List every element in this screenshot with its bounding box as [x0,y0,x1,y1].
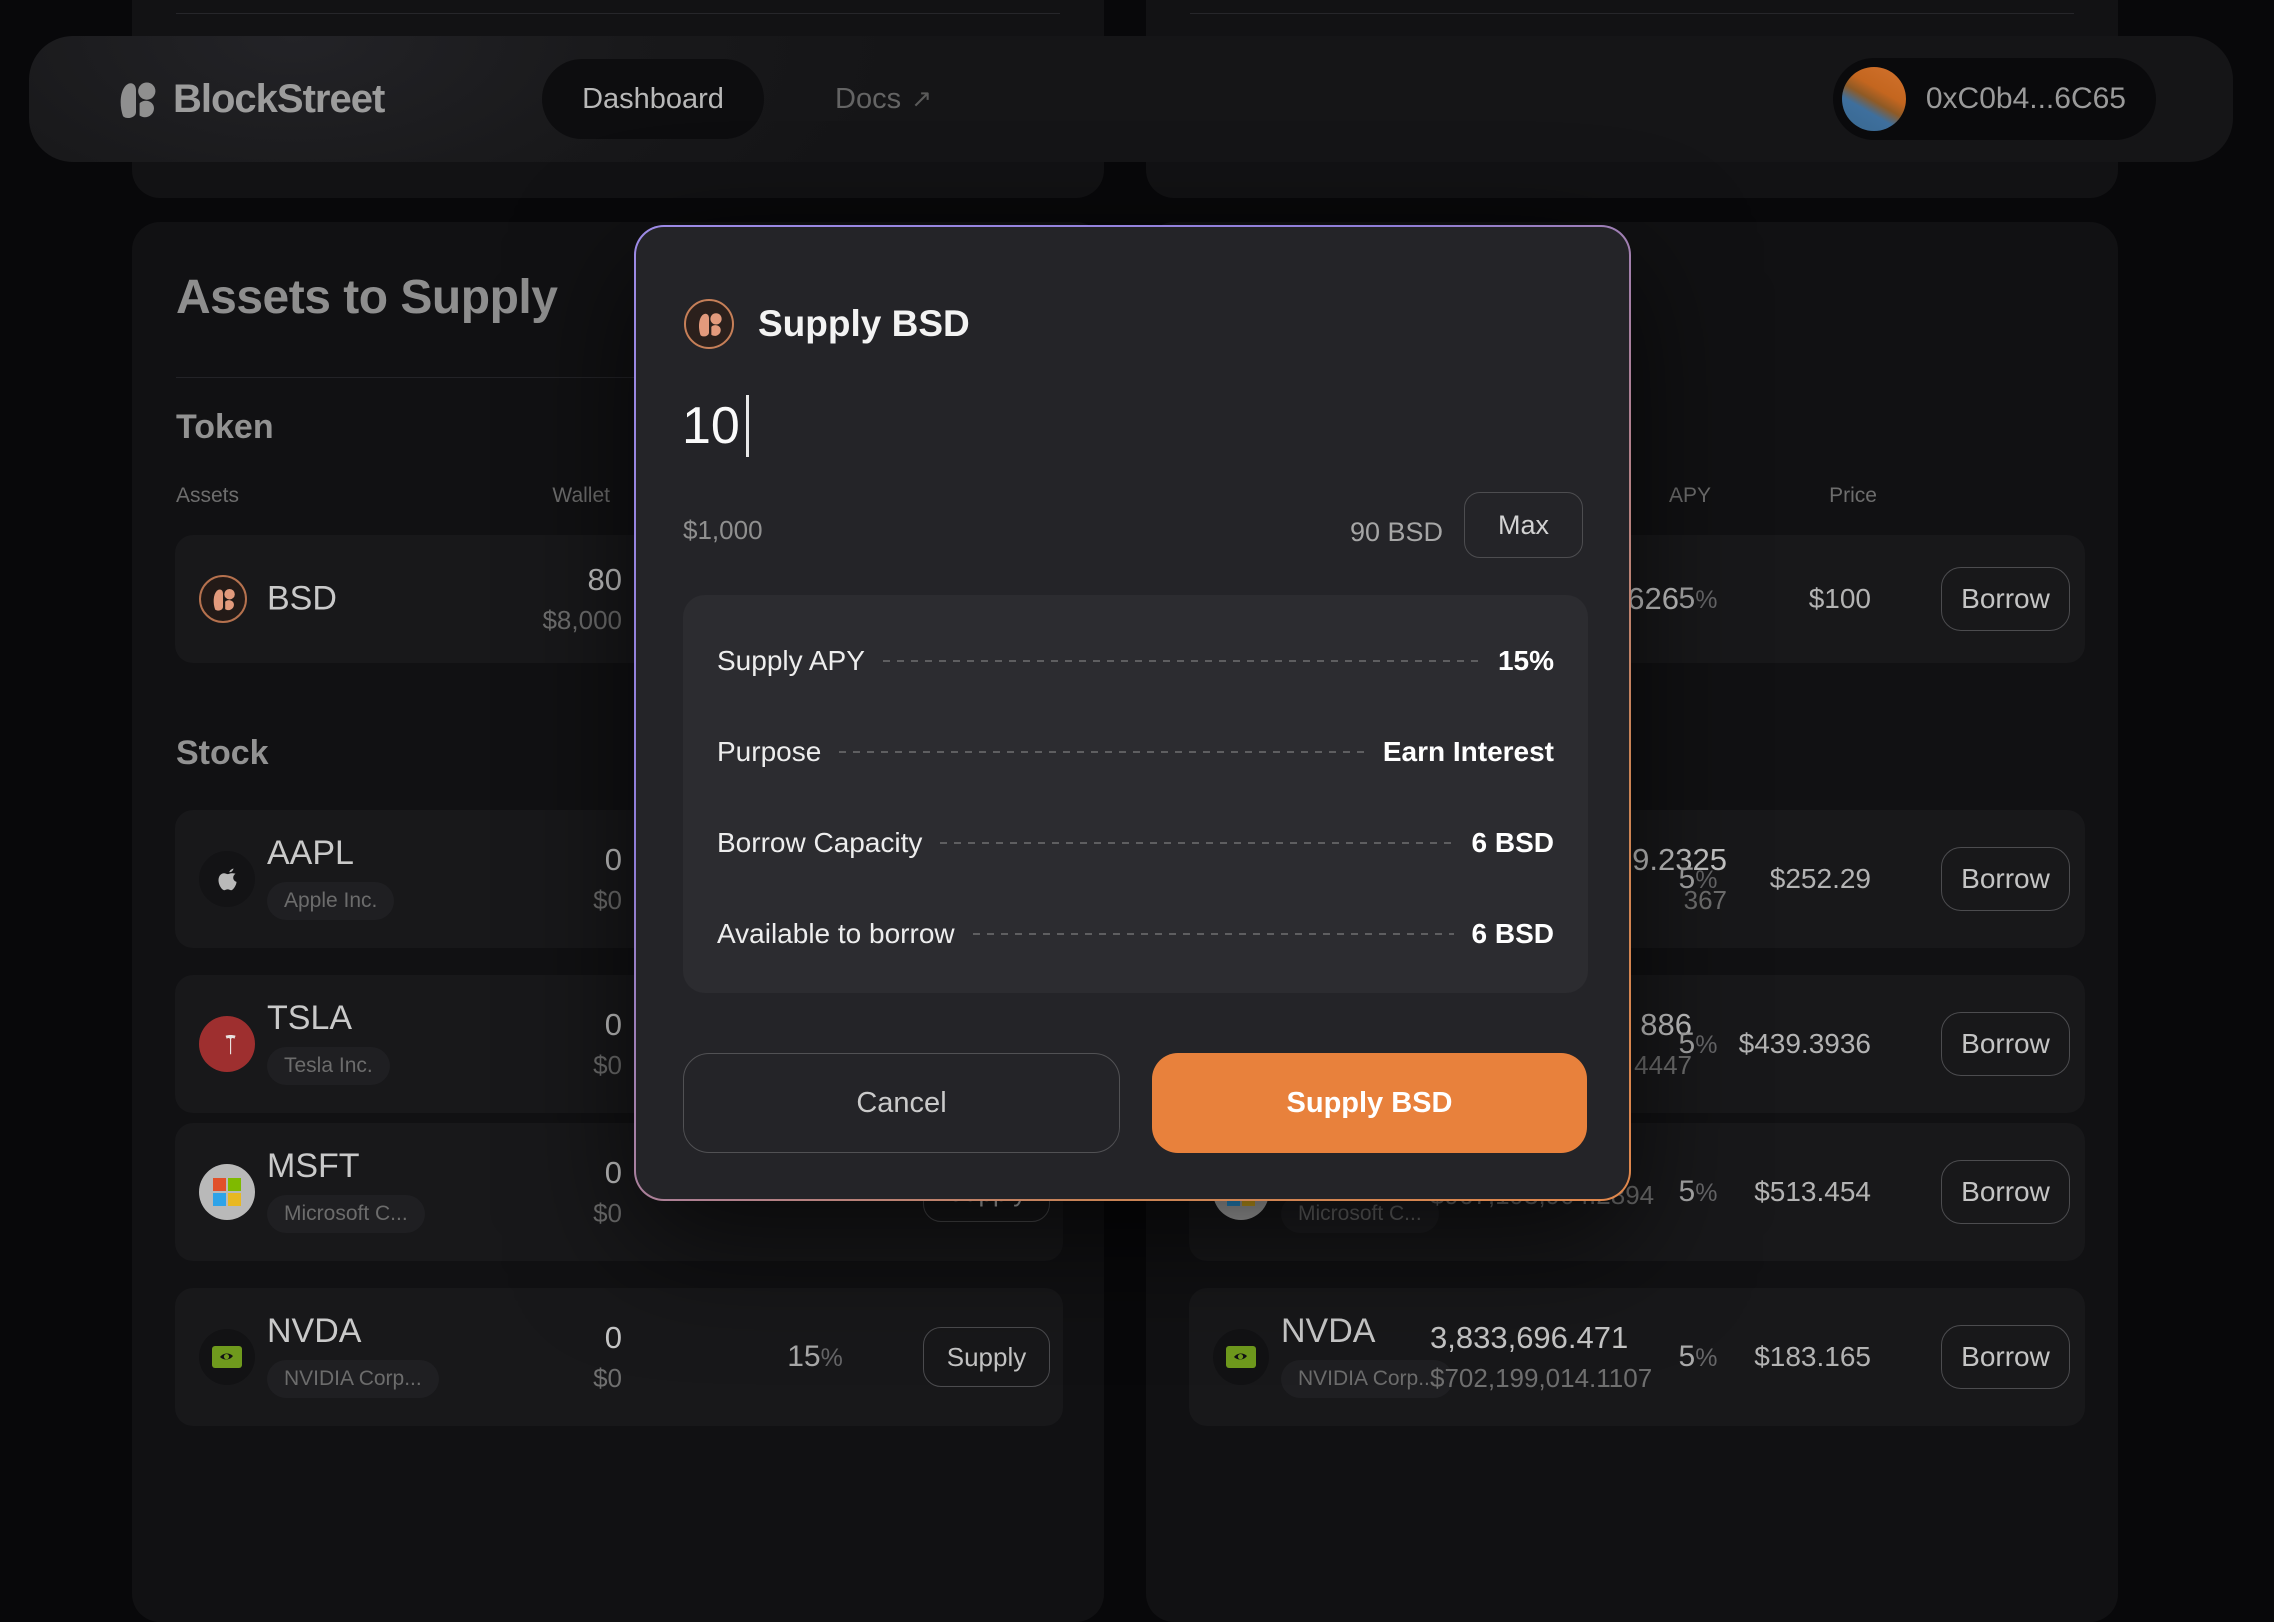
asset-name-badge: Apple Inc. [267,882,394,920]
column-header-apy: APY [1669,484,1711,508]
dotted-leader [883,660,1480,662]
nvidia-logo-icon [199,1329,255,1385]
table-row-nvda: NVDA NVIDIA Corp... 0 $0 15% Supply [175,1288,1063,1426]
column-header-assets: Assets [176,484,239,508]
column-header-wallet: Wallet [464,484,610,508]
wallet-balance-usd: $0 [593,1198,622,1229]
wallet-address: 0xC0b4...6C65 [1926,82,2126,116]
blockstreet-logo-icon [113,76,159,122]
tesla-logo-icon [199,1016,255,1072]
price-value: $252.29 [1770,863,1871,895]
supply-modal: Supply BSD 10 $1,000 90 BSD Max Supply A… [634,225,1631,1201]
brand-name: BlockStreet [173,77,384,122]
wallet-balance: 0 [593,1320,622,1356]
asset-symbol: AAPL [267,834,354,873]
detail-row-supply-apy: Supply APY 15% [717,615,1554,706]
apy-value: 5% [1648,582,1748,616]
apy-value: 15% [765,1340,865,1374]
external-link-icon: ↗ [911,84,932,114]
detail-row-purpose: Purpose Earn Interest [717,706,1554,797]
nav-docs-link[interactable]: Docs ↗ [835,36,932,162]
cancel-button[interactable]: Cancel [683,1053,1120,1153]
wallet-avatar [1842,67,1906,131]
wallet-balance-usd: $0 [593,885,622,916]
price-value: $513.454 [1754,1176,1871,1208]
balance: 3,833,696.471 [1430,1320,1652,1356]
supply-button[interactable]: Supply [923,1327,1050,1387]
microsoft-logo-icon [199,1164,255,1220]
brand[interactable]: BlockStreet [113,36,384,162]
asset-name-badge: NVIDIA Corp... [267,1360,439,1398]
top-nav: BlockStreet Dashboard Docs ↗ 0xC0b4...6C… [29,36,2233,162]
wallet-balance: 0 [593,1155,622,1191]
borrow-button[interactable]: Borrow [1941,1160,2070,1224]
asset-symbol: NVDA [267,1312,361,1351]
apple-logo-icon [199,851,255,907]
wallet-balance: 0 [593,842,622,878]
apy-value: 5% [1648,1340,1748,1374]
amount-usd-value: $1,000 [683,515,763,546]
tab-dashboard[interactable]: Dashboard [542,59,764,139]
modal-title: Supply BSD [758,303,970,345]
wallet-balance: 80 [542,562,622,598]
page-title: Assets to Supply [176,270,557,325]
confirm-supply-button[interactable]: Supply BSD [1152,1053,1587,1153]
detail-row-available-to-borrow: Available to borrow 6 BSD [717,888,1554,979]
wallet-balance-usd: $8,000 [542,605,622,636]
borrow-button[interactable]: Borrow [1941,847,2070,911]
asset-symbol: NVDA [1281,1312,1375,1351]
text-cursor [746,395,749,457]
amount-input[interactable]: 10 [682,395,749,457]
wallet-balance-usd: $0 [593,1363,622,1394]
asset-name-badge: Microsoft C... [267,1195,425,1233]
section-stock: Stock [176,734,269,773]
section-token: Token [176,408,274,447]
docs-label: Docs [835,83,901,116]
price-value: $183.165 [1754,1341,1871,1373]
bsd-token-icon [684,299,734,349]
divider [176,13,1060,14]
available-balance: 90 BSD [1350,517,1443,548]
detail-row-borrow-capacity: Borrow Capacity 6 BSD [717,797,1554,888]
borrow-button[interactable]: Borrow [1941,567,2070,631]
supply-details-box: Supply APY 15% Purpose Earn Interest Bor… [683,595,1588,993]
price-value: $439.3936 [1739,1028,1871,1060]
apy-value: 5% [1648,1175,1748,1209]
dotted-leader [839,751,1365,753]
nvidia-logo-icon [1213,1329,1269,1385]
wallet-balance: 0 [593,1007,622,1043]
asset-name-badge: Tesla Inc. [267,1047,390,1085]
borrow-button[interactable]: Borrow [1941,1325,2070,1389]
apy-value: 5% [1648,1027,1748,1061]
wallet-button[interactable]: 0xC0b4...6C65 [1833,58,2156,140]
column-header-price: Price [1787,484,1877,508]
table-row-nvda-borrow: NVDA NVIDIA Corp... 3,833,696.471 $702,1… [1189,1288,2085,1426]
asset-symbol: BSD [267,580,337,619]
divider [1190,13,2074,14]
price-value: $100 [1809,583,1871,615]
max-button[interactable]: Max [1464,492,1583,558]
borrow-button[interactable]: Borrow [1941,1012,2070,1076]
apy-value: 5% [1648,862,1748,896]
bsd-token-icon [199,575,247,623]
asset-name-badge: NVIDIA Corp... [1281,1360,1453,1398]
dotted-leader [973,933,1454,935]
balance-usd: $702,199,014.1107 [1430,1363,1652,1394]
asset-symbol: MSFT [267,1147,360,1186]
asset-symbol: TSLA [267,999,352,1038]
dotted-leader [940,842,1453,844]
wallet-balance-usd: $0 [593,1050,622,1081]
